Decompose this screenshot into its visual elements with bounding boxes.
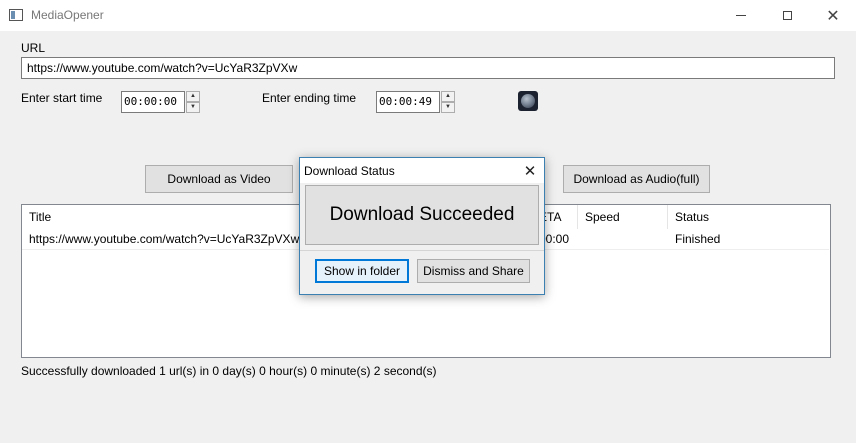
table-cell-status[interactable]: Finished (668, 229, 830, 249)
show-in-folder-button[interactable]: Show in folder (315, 259, 409, 283)
dialog-close-button[interactable]: ✕ (516, 158, 544, 183)
end-time-label: Enter ending time (262, 91, 357, 105)
start-time-field[interactable]: 00:00:00 (121, 91, 185, 113)
dialog-divider (300, 250, 544, 251)
dialog-title: Download Status (304, 164, 395, 178)
download-status-dialog: Download Status ✕ Download Succeeded Sho… (299, 157, 545, 295)
close-icon: ✕ (523, 162, 537, 180)
start-time-label: Enter start time (21, 91, 103, 105)
start-time-spinner[interactable]: ▲ ▼ (186, 91, 200, 113)
maximize-button[interactable] (764, 0, 810, 31)
end-time-value: 00:00:49 (379, 95, 432, 108)
close-button[interactable]: ✕ (810, 0, 856, 31)
up-arrow-icon[interactable]: ▲ (441, 91, 455, 102)
url-input[interactable]: https://www.youtube.com/watch?v=UcYaR3Zp… (21, 57, 835, 79)
down-arrow-icon[interactable]: ▼ (186, 102, 200, 113)
window-title: MediaOpener (31, 8, 104, 22)
close-icon: ✕ (826, 7, 840, 25)
app-icon (9, 9, 23, 21)
dismiss-and-share-button[interactable]: Dismiss and Share (417, 259, 530, 283)
table-cell-speed[interactable] (578, 229, 668, 249)
media-orb-icon[interactable] (518, 91, 538, 111)
minimize-icon (736, 15, 746, 16)
download-audio-button[interactable]: Download as Audio(full) (563, 165, 710, 193)
end-time-field[interactable]: 00:00:49 (376, 91, 440, 113)
status-text: Successfully downloaded 1 url(s) in 0 da… (21, 364, 437, 378)
url-label: URL (21, 41, 46, 55)
download-succeeded-message[interactable]: Download Succeeded (305, 185, 539, 245)
minimize-button[interactable] (718, 0, 764, 31)
end-time-spinner[interactable]: ▲ ▼ (441, 91, 455, 113)
column-header-status[interactable]: Status (668, 205, 830, 229)
column-header-speed[interactable]: Speed (578, 205, 668, 229)
down-arrow-icon[interactable]: ▼ (441, 102, 455, 113)
download-video-button[interactable]: Download as Video (145, 165, 293, 193)
maximize-icon (782, 11, 792, 20)
start-time-value: 00:00:00 (124, 95, 177, 108)
up-arrow-icon[interactable]: ▲ (186, 91, 200, 102)
